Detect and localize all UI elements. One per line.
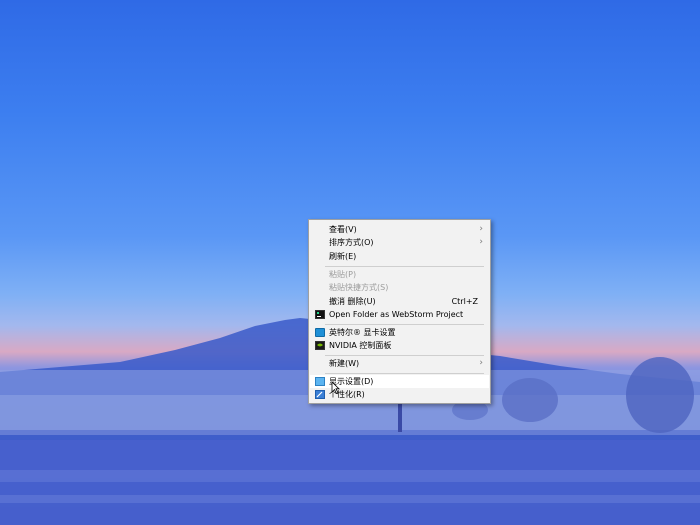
menu-item-label: 撤消 删除(U)	[329, 297, 376, 306]
menu-item-open-webstorm[interactable]: Open Folder as WebStorm Project	[310, 308, 489, 321]
nvidia-icon	[315, 341, 325, 350]
menu-separator	[325, 266, 484, 267]
menu-item-label: 粘贴快捷方式(S)	[329, 283, 389, 292]
menu-item-view[interactable]: 查看(V) ›	[310, 223, 489, 236]
personalize-icon	[315, 390, 325, 399]
desktop-context-menu: 查看(V) › 排序方式(O) › 刷新(E) 粘贴(P) 粘贴快捷方式(S) …	[308, 219, 491, 404]
menu-item-label: 新建(W)	[329, 359, 360, 368]
chevron-right-icon: ›	[479, 224, 483, 234]
menu-item-label: Open Folder as WebStorm Project	[329, 310, 464, 319]
chevron-right-icon: ›	[479, 358, 483, 368]
menu-item-nvidia-control-panel[interactable]: NVIDIA 控制面板	[310, 339, 489, 352]
menu-item-shortcut: Ctrl+Z	[451, 297, 478, 306]
webstorm-icon	[315, 310, 325, 319]
mouse-cursor-icon	[331, 381, 340, 395]
menu-item-paste-shortcut[interactable]: 粘贴快捷方式(S)	[310, 281, 489, 294]
menu-separator	[325, 324, 484, 325]
menu-item-label: 英特尔® 显卡设置	[329, 328, 396, 337]
menu-item-label: 排序方式(O)	[329, 238, 374, 247]
menu-item-label: NVIDIA 控制面板	[329, 341, 392, 350]
menu-item-new[interactable]: 新建(W) ›	[310, 357, 489, 370]
menu-separator	[325, 355, 484, 356]
display-settings-icon	[315, 377, 325, 386]
menu-item-paste[interactable]: 粘贴(P)	[310, 268, 489, 281]
menu-item-label: 查看(V)	[329, 225, 357, 234]
chevron-right-icon: ›	[479, 237, 483, 247]
menu-item-sort-by[interactable]: 排序方式(O) ›	[310, 236, 489, 249]
menu-item-label: 刷新(E)	[329, 252, 357, 261]
menu-item-label: 粘贴(P)	[329, 270, 357, 279]
menu-item-undo-delete[interactable]: 撤消 删除(U) Ctrl+Z	[310, 295, 489, 308]
menu-separator	[325, 373, 484, 374]
intel-graphics-icon	[315, 328, 325, 337]
menu-item-refresh[interactable]: 刷新(E)	[310, 250, 489, 263]
menu-item-intel-graphics[interactable]: 英特尔® 显卡设置	[310, 326, 489, 339]
